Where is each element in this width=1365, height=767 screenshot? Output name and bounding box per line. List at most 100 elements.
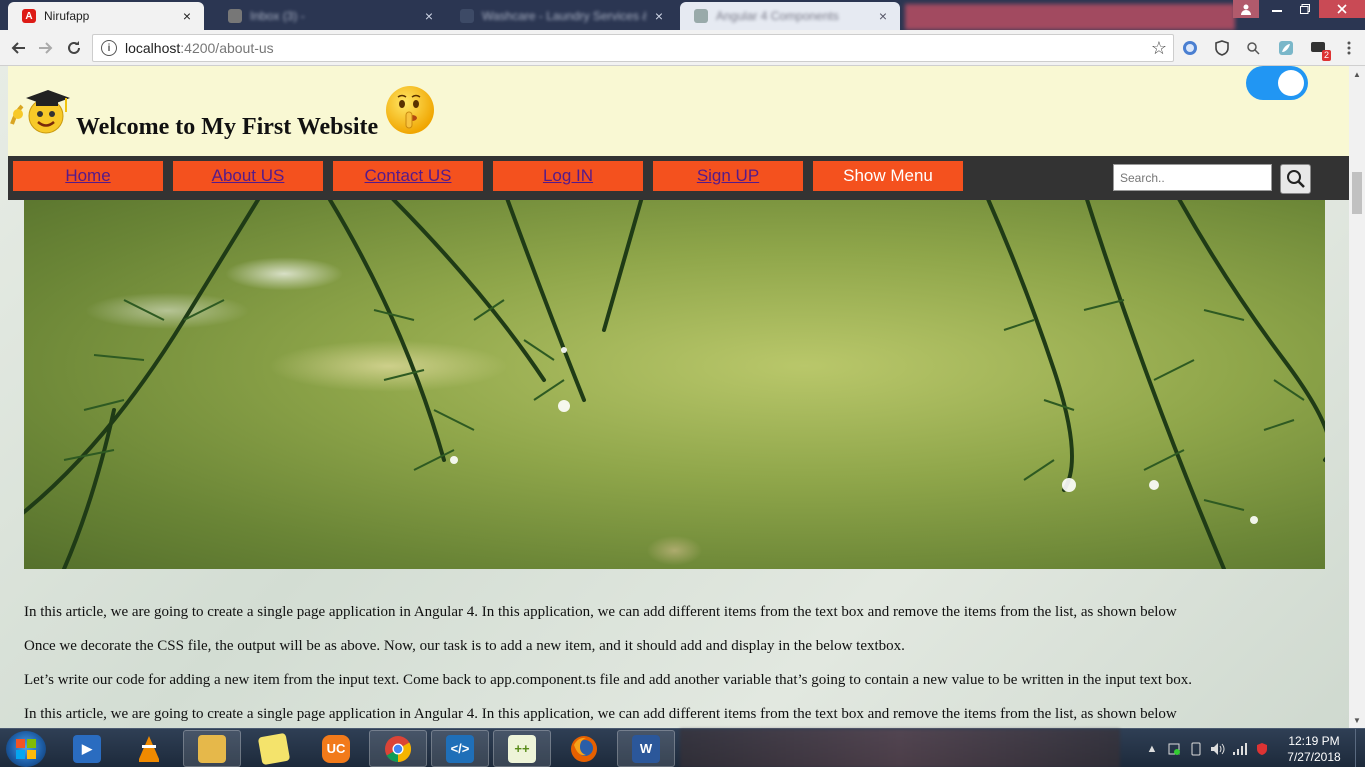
taskbar-vscode[interactable]: </> bbox=[431, 730, 489, 767]
notepad-plus-plus-icon: ++ bbox=[508, 734, 536, 763]
page-scrollbar[interactable]: ▲ ▼ bbox=[1349, 66, 1365, 728]
article-paragraph: In this article, we are going to create … bbox=[24, 604, 1177, 620]
media-player-icon: ▶ bbox=[73, 734, 101, 763]
tab-angular-components[interactable]: Angular 4 Components × bbox=[680, 2, 900, 30]
browser-toolbar: i localhost:4200/about-us ☆ 2 bbox=[0, 30, 1365, 66]
tab-title: Nirufapp bbox=[44, 9, 90, 23]
sticky-notes-icon bbox=[257, 732, 291, 765]
firefox-icon bbox=[571, 735, 597, 762]
clock-date: 7/27/2018 bbox=[1287, 749, 1341, 764]
back-icon[interactable] bbox=[6, 36, 30, 60]
tab-nirufapp[interactable]: A Nirufapp × bbox=[8, 2, 204, 30]
taskbar-blurred-area bbox=[680, 729, 1120, 767]
site-title: Welcome to My First Website bbox=[76, 114, 379, 140]
profile-icon[interactable] bbox=[1233, 0, 1259, 18]
taskbar-firefox[interactable] bbox=[555, 730, 613, 767]
tab-close-icon[interactable]: × bbox=[422, 8, 436, 24]
taskbar-notepad-plus-plus[interactable]: ++ bbox=[493, 730, 551, 767]
browser-tab-strip: A Nirufapp × Inbox (3) - × Washcare - La… bbox=[0, 0, 1365, 30]
nav-sign-up-link[interactable]: Sign UP bbox=[653, 161, 803, 191]
info-icon[interactable]: i bbox=[101, 40, 117, 56]
article-paragraph: Once we decorate the CSS file, the outpu… bbox=[24, 638, 905, 654]
show-desktop-button[interactable] bbox=[1355, 729, 1365, 767]
word-icon: W bbox=[632, 734, 660, 763]
vlc-icon bbox=[139, 735, 159, 762]
nav-log-in-link[interactable]: Log IN bbox=[493, 161, 643, 191]
folder-icon bbox=[198, 734, 226, 763]
extension-leaf-icon[interactable] bbox=[1277, 39, 1295, 57]
hero-image-dewy-branches bbox=[24, 200, 1325, 569]
article-content: In this article, we are going to create … bbox=[24, 600, 1334, 728]
signal-strength-icon[interactable] bbox=[1229, 740, 1251, 758]
taskbar-clock[interactable]: 12:19 PM 7/27/2018 bbox=[1273, 733, 1355, 765]
article-paragraph: Let’s write our code for adding a new it… bbox=[24, 672, 1193, 688]
web-page: Welcome to My First Website Home About U… bbox=[0, 66, 1349, 728]
bookmark-star-icon[interactable]: ☆ bbox=[1151, 38, 1167, 59]
windows-taskbar: ▶ UC </> ++ W ▲ 12:19 PM 7/27/2018 bbox=[0, 728, 1365, 767]
volume-icon[interactable] bbox=[1207, 740, 1229, 758]
nav-about-us-link[interactable]: About US bbox=[173, 161, 323, 191]
extension-shield-icon[interactable] bbox=[1213, 39, 1231, 57]
scroll-up-arrow-icon[interactable]: ▲ bbox=[1349, 66, 1365, 82]
taskbar-vlc[interactable] bbox=[120, 730, 178, 767]
page-icon bbox=[694, 9, 708, 23]
close-window-icon[interactable] bbox=[1319, 0, 1365, 18]
tab-title: Inbox (3) - bbox=[250, 9, 305, 23]
nav-home-link[interactable]: Home bbox=[13, 161, 163, 191]
network-sync-icon[interactable] bbox=[1163, 740, 1185, 758]
url-host: localhost bbox=[125, 40, 181, 56]
search-icon bbox=[1286, 170, 1305, 188]
extension-badge: 2 bbox=[1321, 50, 1331, 61]
theme-toggle-switch[interactable] bbox=[1246, 66, 1308, 100]
show-hidden-icons-arrow-icon[interactable]: ▲ bbox=[1141, 740, 1163, 758]
reload-icon[interactable] bbox=[62, 36, 86, 60]
site-header: Welcome to My First Website bbox=[8, 66, 1349, 156]
article-paragraph: In this article, we are going to create … bbox=[24, 706, 1177, 722]
angular-icon: A bbox=[22, 9, 36, 23]
scroll-thumb[interactable] bbox=[1352, 172, 1362, 214]
address-bar[interactable]: i localhost:4200/about-us ☆ bbox=[92, 34, 1174, 62]
usb-device-icon[interactable] bbox=[1185, 740, 1207, 758]
system-tray: ▲ 12:19 PM 7/27/2018 bbox=[1141, 729, 1365, 767]
forward-icon[interactable] bbox=[34, 36, 58, 60]
extension-search-icon[interactable] bbox=[1244, 39, 1262, 57]
clock-time: 12:19 PM bbox=[1288, 733, 1340, 748]
taskbar-media-player[interactable]: ▶ bbox=[58, 730, 116, 767]
search-input[interactable]: Search.. bbox=[1113, 164, 1272, 191]
tab-close-icon[interactable]: × bbox=[180, 8, 194, 24]
page-icon bbox=[460, 9, 474, 23]
tab-close-icon[interactable]: × bbox=[652, 8, 666, 24]
vscode-icon: </> bbox=[446, 734, 474, 763]
security-shield-icon[interactable] bbox=[1251, 740, 1273, 758]
taskbar-file-explorer[interactable] bbox=[183, 730, 241, 767]
chrome-icon bbox=[385, 735, 412, 762]
minimize-icon[interactable] bbox=[1263, 0, 1291, 18]
tab-close-icon[interactable]: × bbox=[876, 8, 890, 24]
show-menu-button[interactable]: Show Menu bbox=[813, 161, 963, 191]
tab-title: Washcare - Laundry Services & bbox=[482, 9, 646, 23]
start-button[interactable] bbox=[6, 731, 46, 767]
toggle-knob bbox=[1278, 70, 1304, 96]
shushing-emoji-icon bbox=[384, 84, 436, 136]
extension-globe-icon[interactable] bbox=[1181, 39, 1199, 57]
chrome-menu-icon[interactable] bbox=[1340, 39, 1358, 57]
scroll-down-arrow-icon[interactable]: ▼ bbox=[1349, 712, 1365, 728]
extension-cast-icon[interactable]: 2 bbox=[1309, 39, 1331, 61]
uc-browser-icon: UC bbox=[322, 734, 350, 763]
tab-washcare[interactable]: Washcare - Laundry Services & × bbox=[446, 2, 676, 30]
nav-contact-us-link[interactable]: Contact US bbox=[333, 161, 483, 191]
tab-title: Angular 4 Components bbox=[716, 9, 839, 23]
taskbar-chrome[interactable] bbox=[369, 730, 427, 767]
search-button[interactable] bbox=[1280, 164, 1311, 194]
windows-logo-icon bbox=[16, 739, 36, 759]
graduation-emoji-logo bbox=[8, 84, 70, 136]
window-controls bbox=[1233, 0, 1365, 20]
mail-icon bbox=[228, 9, 242, 23]
taskbar-word[interactable]: W bbox=[617, 730, 675, 767]
taskbar-uc-browser[interactable]: UC bbox=[307, 730, 365, 767]
taskbar-sticky-notes[interactable] bbox=[245, 730, 303, 767]
tab-inbox[interactable]: Inbox (3) - × bbox=[214, 2, 446, 30]
restore-icon[interactable] bbox=[1291, 0, 1319, 18]
url-path: :4200/about-us bbox=[180, 40, 274, 56]
new-tab-area bbox=[905, 4, 1235, 30]
